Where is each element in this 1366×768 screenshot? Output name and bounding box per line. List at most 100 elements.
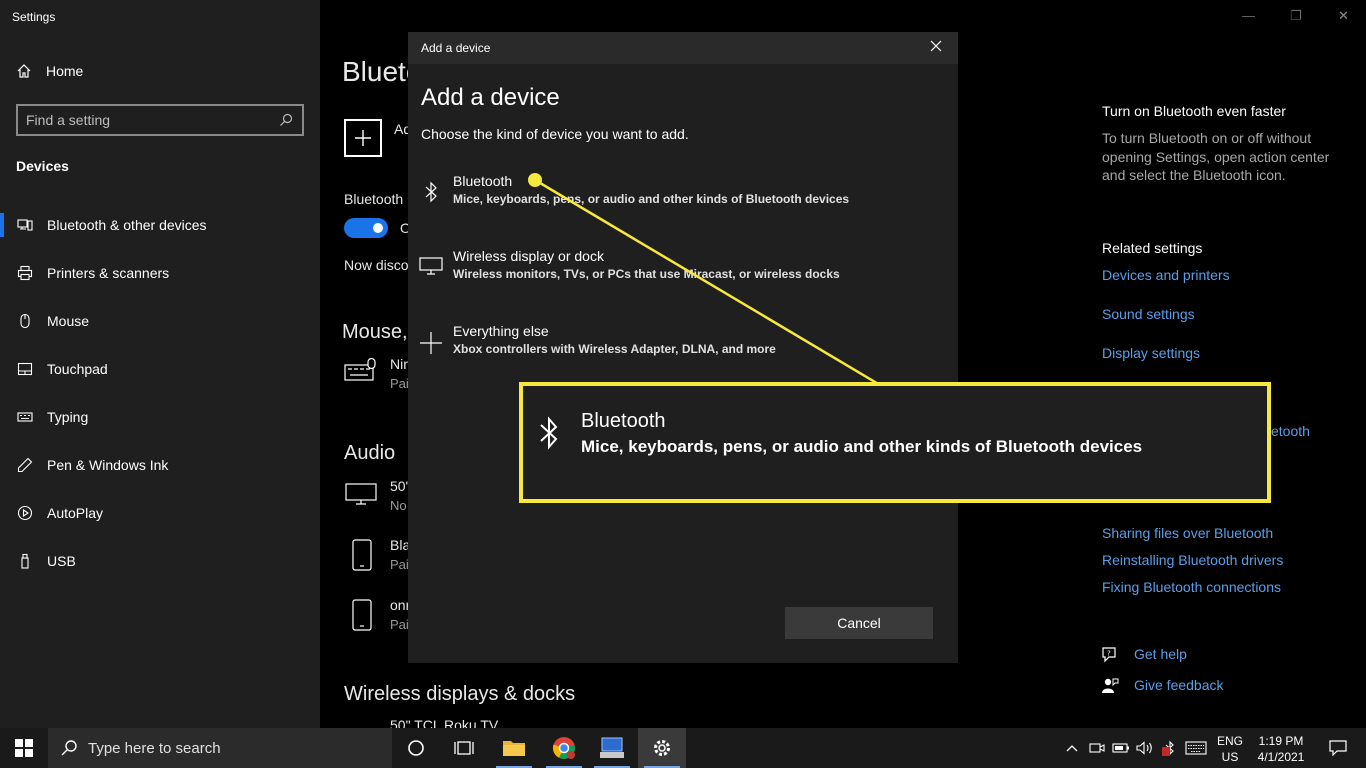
action-center-button[interactable] [1318,728,1358,768]
plus-icon [408,323,453,355]
nav-item-label: AutoPlay [47,505,104,521]
display-settings-link[interactable]: Display settings [1102,345,1200,361]
battery-tray[interactable] [1110,728,1132,768]
nav-item-label: Mouse [47,313,90,329]
faster-text-line: and select the Bluetooth icon. [1102,167,1286,183]
mouse-section-heading: Mouse, [342,321,408,343]
keyboard-monitor-icon [600,737,624,758]
phone-icon [352,539,372,576]
get-help-link[interactable]: Get help [1134,646,1187,662]
add-device-dialog: Add a device Add a device Choose the kin… [408,32,958,663]
callout-name: Bluetooth [581,410,666,432]
touch-keyboard-tray[interactable] [1184,728,1208,768]
device-status: Pai [390,557,409,572]
wireless-section-heading: Wireless displays & docks [344,683,576,705]
language-indicator[interactable]: ENG US [1210,733,1250,765]
cortana-button[interactable] [392,728,440,768]
settings-taskbar-button[interactable] [638,728,686,768]
fixing-connections-link[interactable]: Fixing Bluetooth connections [1102,579,1281,595]
monitor-icon [344,482,378,511]
maximize-button[interactable]: ❐ [1290,8,1302,24]
volume-tray[interactable] [1134,728,1156,768]
device-option-desc: Wireless monitors, TVs, or PCs that use … [453,267,840,281]
folder-icon [503,741,525,756]
device-option-wireless-display[interactable]: Wireless display or dock Wireless monito… [408,248,958,308]
file-explorer-button[interactable] [490,728,538,768]
bluetooth-toggle[interactable] [344,218,388,238]
keyboard-mouse-icon [344,357,378,387]
task-view-button[interactable] [440,728,488,768]
device-status: No [390,498,407,513]
faster-text-line: opening Settings, open action center [1102,149,1330,165]
toggle-knob [373,223,383,233]
get-help-icon: ? [1101,646,1119,669]
device-name: 50" TCL Roku TV [390,717,499,728]
discoverable-text: Now disco [344,257,409,273]
bluetooth-icon [408,173,453,203]
cancel-button[interactable]: Cancel [785,607,933,639]
nav-item-autoplay[interactable]: AutoPlay [0,489,320,537]
mouse-icon [17,313,33,329]
add-device-button[interactable] [344,119,382,157]
sharing-files-link[interactable]: Sharing files over Bluetooth [1102,525,1273,541]
nav-item-label: Typing [47,409,89,425]
device-option-name: Everything else [453,323,549,339]
bluetooth-tray[interactable] [1160,728,1182,768]
close-button[interactable]: ✕ [1338,8,1349,24]
start-button[interactable] [0,728,48,768]
nav-section-title: Devices [16,158,69,174]
dialog-title-text: Add a device [421,41,491,55]
nav-item-typing[interactable]: Typing [0,393,320,441]
device-option-desc: Xbox controllers with Wireless Adapter, … [453,342,776,356]
nav-item-usb[interactable]: USB [0,537,320,585]
minimize-button[interactable]: — [1242,8,1255,23]
devices-printers-link[interactable]: Devices and printers [1102,267,1230,283]
taskbar-search-input[interactable] [88,739,392,757]
bluetooth-link-partial[interactable]: etooth [1271,423,1310,439]
monitor-icon [408,248,453,276]
find-setting-input[interactable] [26,112,278,128]
plus-icon [355,130,371,146]
nav-item-label: USB [47,553,76,569]
taskbar-search-box[interactable] [48,728,392,768]
remote-desktop-button[interactable] [588,728,636,768]
taskbar: ENG US 1:19 PM 4/1/2021 [0,728,1366,768]
language-code: ENG [1216,734,1243,748]
nav-item-pen[interactable]: Pen & Windows Ink [0,441,320,489]
touchpad-icon [17,361,33,377]
faster-text-line: To turn Bluetooth on or off without [1102,130,1312,146]
dialog-close-button[interactable] [930,39,942,57]
chrome-icon [552,737,575,759]
bluetooth-icon [539,416,559,455]
nav-item-touchpad[interactable]: Touchpad [0,345,320,393]
find-setting-search[interactable] [16,104,304,136]
bluetooth-callout-box: Bluetooth Mice, keyboards, pens, or audi… [519,382,1271,503]
chevron-up-icon [1066,745,1078,752]
nav-item-label: Touchpad [47,361,108,377]
bluetooth-toggle-label: Bluetooth [344,191,404,207]
show-hidden-icons-button[interactable] [1062,728,1082,768]
meet-now-tray[interactable] [1086,728,1108,768]
nav-item-printers[interactable]: Printers & scanners [0,249,320,297]
callout-desc: Mice, keyboards, pens, or audio and othe… [581,437,1143,456]
keyboard-icon [17,409,33,425]
give-feedback-link[interactable]: Give feedback [1134,677,1224,693]
nav-item-bluetooth[interactable]: Bluetooth & other devices [0,201,320,249]
device-option-bluetooth[interactable]: Bluetooth Mice, keyboards, pens, or audi… [408,173,958,233]
nav-home[interactable]: Home [16,63,83,79]
faster-heading: Turn on Bluetooth even faster [1102,103,1286,119]
device-status: Pai [390,617,409,632]
chrome-button[interactable] [540,728,588,768]
dialog-title-bar: Add a device [408,32,958,64]
battery-icon [1112,743,1129,753]
reinstall-drivers-link[interactable]: Reinstalling Bluetooth drivers [1102,552,1283,568]
taskbar-clock[interactable]: 1:19 PM 4/1/2021 [1246,733,1316,765]
nav-item-label: Bluetooth & other devices [47,217,207,233]
device-option-everything-else[interactable]: Everything else Xbox controllers with Wi… [408,323,958,383]
search-icon [61,740,77,756]
device-option-desc: Mice, keyboards, pens, or audio and othe… [453,192,850,206]
bluetooth-tray-icon [1162,740,1174,756]
nav-item-mouse[interactable]: Mouse [0,297,320,345]
sound-settings-link[interactable]: Sound settings [1102,306,1195,322]
nav-item-label: Printers & scanners [47,265,170,281]
